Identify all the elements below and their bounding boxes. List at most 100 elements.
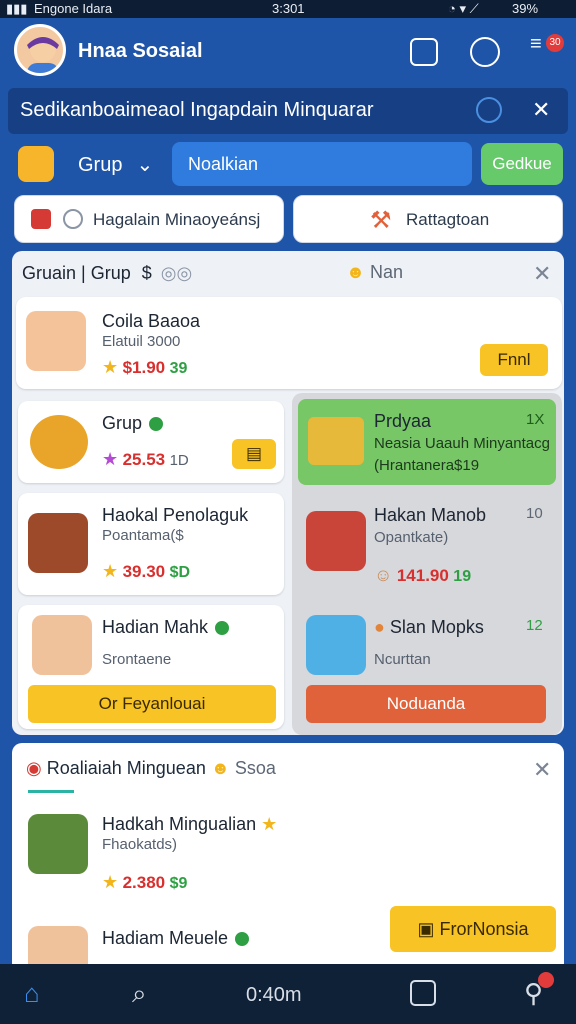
chat-icon[interactable] [470,37,500,67]
profile-thumb [28,926,88,966]
filter-pill-right[interactable]: ⚒ Rattagtoan [293,195,563,243]
verified-icon [233,930,252,949]
featured-sub: Elatuil 3000 [102,333,181,350]
featured-thumb [26,311,86,371]
left-action-button[interactable]: Or Feyanlouai [28,685,276,723]
app-title: Hnaa Sosaial [78,40,203,62]
panel-title: Gruain | Grup $ ◎◎ [22,263,192,284]
go-button[interactable]: Gedkue [481,143,563,185]
right-action-button[interactable]: Noduanda [306,685,546,723]
smile-icon: ☻ [346,262,365,282]
item-price: 141.90 [396,566,449,585]
filter-pill-left-label: Hagalain Minaoyeánsj [93,210,261,229]
box-icon [308,417,364,465]
battery-text: 39% [512,1,539,16]
list-item[interactable]: Hakan Manob 10 Opantkate) ☺ 141.90 19 [298,493,556,593]
list-item[interactable]: Hadkah Mingualian ★ Fhaokatds) ★ 2.380 $… [24,808,554,904]
item-name: Hadiam Meuele [102,928,229,948]
treasure-icon [28,513,88,573]
floating-action-label: FrorNonsia [439,919,529,939]
notification-badge: 30 [546,34,564,52]
item-sub: Neasia Uaauh Minyantacg [374,435,550,452]
chevron-down-icon: ⌄ [136,154,154,176]
item-name: Hadian Mahk [102,617,209,637]
clock-icon [63,209,83,229]
item-name: Haokal Penolaguk [102,505,249,525]
item-sub: Srontaene [102,651,172,668]
star-icon: ★ [261,814,278,834]
profile-thumb [32,615,92,675]
panel-right-label: ☻ Nan [346,262,403,283]
camera-icon[interactable] [410,980,436,1006]
close-icon[interactable]: ✕ [533,261,551,287]
hammer-icon: ⚒ [370,207,392,234]
close-icon[interactable]: ✕ [533,757,551,783]
featured-card[interactable]: Coila Baaoa Elatuil 3000 ★ $1.90 39 Fnnl [16,297,562,389]
lock-icon: ▣ [417,919,435,939]
item-name: Hakan Manob [374,505,487,525]
book-icon[interactable]: ▤ [232,439,276,469]
item-stats: ★ 2.380 $9 [102,872,187,893]
home-icon[interactable]: ⌂ [24,978,40,1009]
verified-icon [213,619,232,638]
list-item[interactable]: Hadiam Meuele [24,918,384,966]
nav-notification-dot [538,972,554,988]
section-two-suffix: Ssoa [234,758,276,778]
item-name: Hadkah Mingualian [102,814,257,834]
share-icon[interactable]: ✕ [532,97,550,123]
item-sub: Poantama($ [102,527,184,544]
nav-center-label[interactable]: 0:40m [246,984,302,1007]
status-bar: ▮▮▮ Engone Idara 3:301 ◔ ▾ ⟋ 39% [0,0,576,18]
list-item[interactable]: ● Slan Mopks 12 Ncurttan Noduanda [298,605,556,729]
section-two-title-text: Roaliaiah Minguean [46,758,206,778]
gift-icon [306,511,366,571]
featured-stats: ★ $1.90 39 [102,357,187,378]
highlight-card[interactable]: Prdyaa 1X Neasia Uaauh Minyantacg (Hrant… [298,399,556,485]
avatar[interactable] [14,24,66,76]
list-item[interactable]: Haokal Penolaguk Poantama($ ★ 39.30 $D [18,493,284,595]
group-select[interactable]: Grup ⌄ [78,152,153,177]
item-count: 12 [526,617,543,634]
group-select-label: Grup [78,154,123,176]
item-count: 1D [169,452,189,469]
item-sub2: (Hrantanera$19 [374,457,480,474]
square-icon[interactable] [410,38,438,66]
item-name-row: Hadkah Mingualian ★ [102,814,277,835]
item-name-row: Hadiam Meuele [102,928,252,949]
carrier-text: Engone Idara [34,1,113,16]
featured-name: Coila Baaoa [102,311,201,331]
item-count: $D [169,564,191,581]
announcement-banner: Sedikanboaimeaol Ingapdain Minquarar ✕ [8,88,568,134]
section-underline [28,790,74,793]
item-price: 25.53 [122,450,166,469]
person-icon: ☺ [374,565,393,585]
item-name: Prdyaa [374,411,432,431]
panel-title-text: Gruain | Grup [22,263,131,283]
item-stats: ★ 39.30 $D [102,561,190,582]
item-count: $9 [169,875,188,892]
floating-action-button[interactable]: ▣ FrorNonsia [390,906,556,952]
refresh-icon[interactable] [476,97,502,123]
item-sub: Fhaokatds) [102,836,178,853]
search-icon[interactable]: ⌕ [132,978,147,1010]
search-input[interactable]: Noalkian [172,142,472,186]
panel-right-label-text: Nan [369,262,403,282]
item-stats: ★ 25.53 1D [102,449,189,470]
group-icon[interactable] [18,146,54,182]
star-icon: ★ [102,561,119,581]
star-icon: ★ [102,357,119,377]
item-count: 1X [526,411,545,428]
list-item[interactable]: Grup ★ 25.53 1D ▤ [18,401,284,483]
emoji-icon: ☻ [210,758,230,778]
list-item[interactable]: Hadian Mahk Srontaene Or Feyanlouai [18,605,284,729]
coin-icon: ● [374,617,385,637]
clock: 3:301 [272,1,305,16]
profile-thumb [28,814,88,874]
item-stats: ☺ 141.90 19 [374,565,471,586]
item-name-row: ● Slan Mopks [374,617,484,638]
star-icon: ★ [102,449,119,469]
featured-button[interactable]: Fnnl [480,344,548,376]
filter-pill-left[interactable]: Hagalain Minaoyeánsj [14,195,284,243]
item-name: Slan Mopks [389,617,484,637]
item-count-2: 19 [453,568,472,585]
